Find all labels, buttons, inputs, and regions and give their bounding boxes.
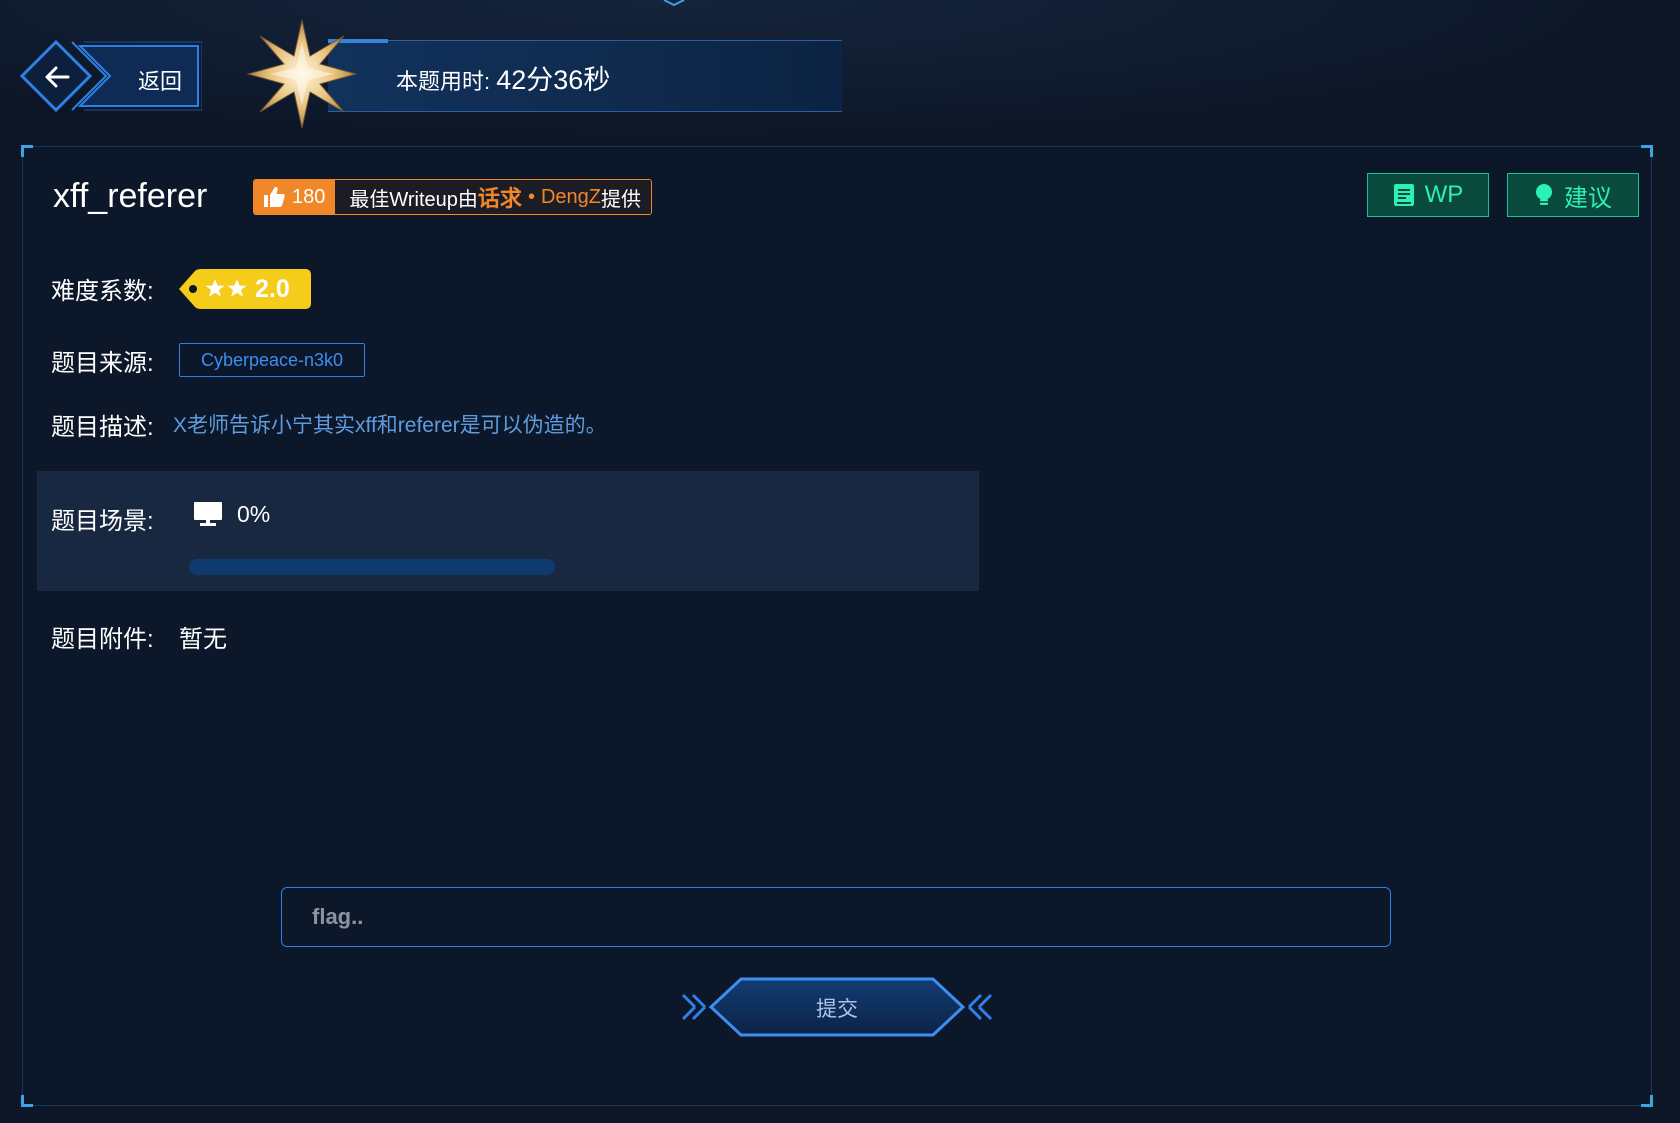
source-label: 题目来源:: [51, 350, 154, 377]
writeup-name: DengZ: [540, 185, 601, 208]
difficulty-value: 2.0: [255, 275, 290, 303]
source-tag[interactable]: Cyberpeace-n3k0: [179, 343, 365, 377]
top-center-ornament: [663, 0, 685, 6]
attachment-label: 题目附件:: [51, 626, 154, 653]
scene-label: 题目场景:: [51, 508, 154, 535]
back-button[interactable]: 返回: [20, 40, 202, 116]
monitor-icon[interactable]: [193, 501, 223, 527]
lightbulb-icon: [1536, 184, 1552, 205]
suggest-button[interactable]: 建议: [1507, 173, 1639, 217]
description-text: X老师告诉小宁其实xff和referer是可以伪造的。: [173, 414, 607, 437]
description-label: 题目描述:: [51, 414, 154, 441]
scene-progress-bar: [189, 559, 555, 575]
flag-input[interactable]: [281, 887, 1391, 947]
like-count-value: 180: [292, 185, 326, 208]
wp-button[interactable]: WP: [1367, 173, 1489, 217]
document-icon: [1393, 184, 1414, 206]
panel-corner: [1641, 1095, 1653, 1107]
panel-corner: [1641, 145, 1653, 157]
writeup-separator: •: [527, 185, 535, 208]
wp-button-label: WP: [1424, 181, 1464, 208]
writeup-author: 话求: [477, 186, 522, 211]
submit-label: 提交: [816, 998, 858, 1021]
thumbs-up-icon: [264, 187, 285, 207]
panel-corner: [21, 145, 33, 157]
timer-text: 本题用时: 42分36秒: [396, 58, 610, 97]
timer-value: 42分36秒: [496, 65, 611, 95]
challenge-panel: xff_referer 180 最佳Writeup由 话求 • DengZ 提供…: [21, 145, 1653, 1107]
writeup-credit: 最佳Writeup由 话求 • DengZ 提供: [335, 180, 651, 214]
scene-box: 题目场景: 0%: [37, 471, 979, 591]
challenge-title: xff_referer: [53, 177, 208, 215]
submit-button[interactable]: 提交: [681, 975, 993, 1039]
difficulty-label: 难度系数:: [51, 278, 154, 305]
attachment-value: 暂无: [179, 626, 227, 653]
like-count[interactable]: 180: [254, 180, 336, 214]
star-badge-icon: [246, 19, 358, 129]
timer-label: 本题用时:: [396, 69, 491, 94]
writeup-prefix: 最佳Writeup由: [349, 188, 478, 211]
back-label: 返回: [137, 69, 182, 94]
panel-corner: [21, 1095, 33, 1107]
writeup-suffix: 提供: [600, 188, 641, 211]
best-writeup-badge[interactable]: 180 最佳Writeup由 话求 • DengZ 提供: [253, 179, 652, 215]
scene-progress-text: 0%: [237, 501, 271, 527]
difficulty-badge: 2.0: [179, 269, 311, 309]
suggest-button-label: 建议: [1564, 184, 1612, 212]
timer-banner: 本题用时: 42分36秒: [246, 18, 846, 138]
arrow-left-icon: [45, 66, 70, 88]
